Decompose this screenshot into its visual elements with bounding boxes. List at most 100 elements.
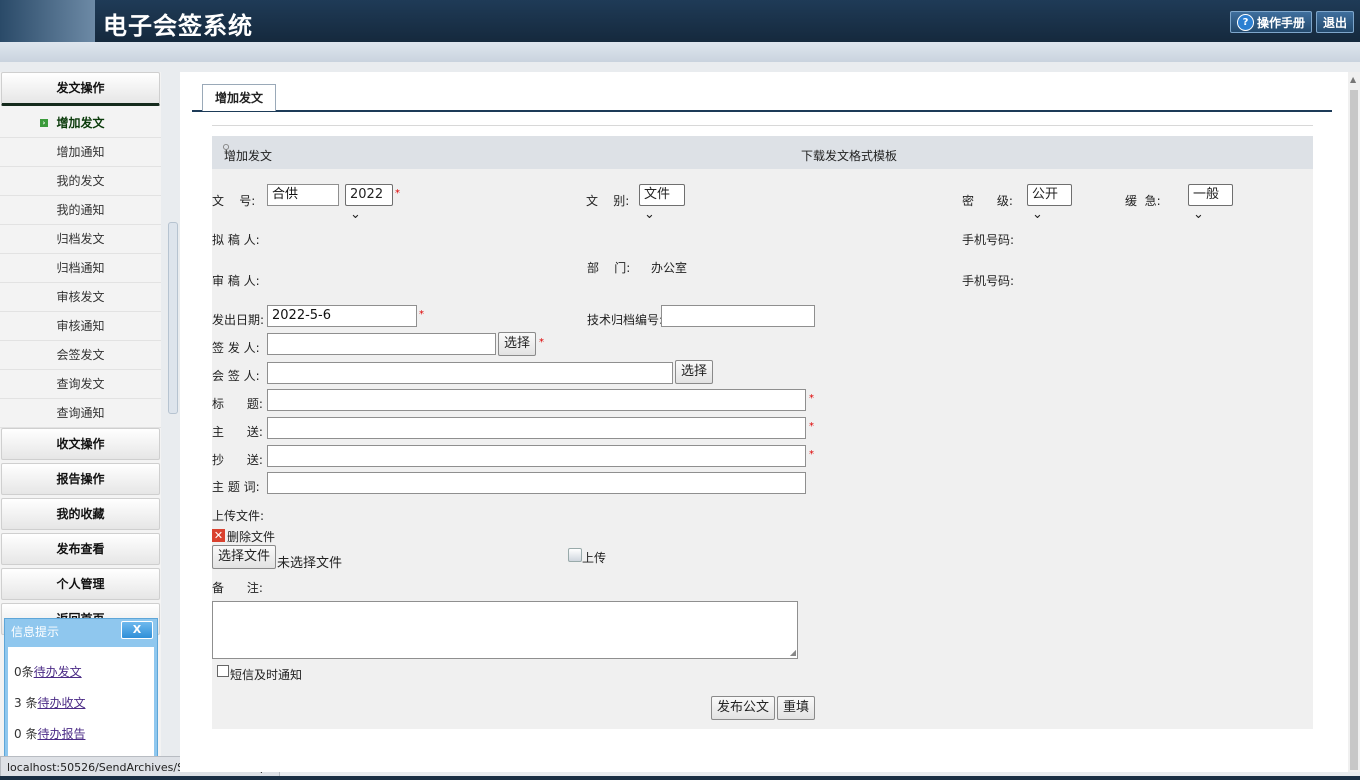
sidebar-item-add-notice[interactable]: 增加通知 bbox=[0, 138, 161, 167]
info-body: 0条待办发文 3 条待办收文 0 条待办报告 bbox=[8, 647, 154, 761]
year-select[interactable]: 2022 ⌄ bbox=[345, 184, 393, 222]
sms-label: 短信及时通知 bbox=[230, 668, 303, 682]
count-text: 0条 bbox=[14, 665, 34, 679]
dept-label: 部 门: bbox=[587, 261, 631, 275]
chevron-down-icon: ⌄ bbox=[350, 207, 361, 222]
sidebar-item-archive-notice[interactable]: 归档通知 bbox=[0, 254, 161, 283]
sidebar-item-archive-send[interactable]: 归档发文 bbox=[0, 225, 161, 254]
sidebar-collapse-handle[interactable] bbox=[168, 222, 178, 414]
archive-no-input[interactable] bbox=[661, 305, 815, 327]
sidebar-group-personal[interactable]: 个人管理 bbox=[1, 568, 160, 600]
manual-label: 操作手册 bbox=[1256, 15, 1305, 30]
sidebar-item-my-notice[interactable]: 我的通知 bbox=[0, 196, 161, 225]
info-close-button[interactable]: X bbox=[121, 621, 153, 639]
sidebar-group-receive[interactable]: 收文操作 bbox=[1, 428, 160, 460]
form-panel: ♀ 增加发文 下载发文格式模板 文 号: 合供 2022 ⌄ * 文 别: 文件… bbox=[212, 125, 1313, 729]
delete-icon: ✕ bbox=[212, 529, 225, 542]
required-mark: * bbox=[395, 188, 400, 199]
sidebar-group-publish[interactable]: 发布查看 bbox=[1, 533, 160, 565]
upload-button[interactable]: 上传 bbox=[582, 549, 606, 566]
upload-icon bbox=[568, 548, 582, 562]
sidebar-item-cosign-send[interactable]: 会签发文 bbox=[0, 341, 161, 370]
doc-type-label: 文 别: bbox=[586, 194, 630, 208]
archive-no-label: 技术归档编号: bbox=[587, 313, 664, 327]
upload-label: 上传文件: bbox=[212, 509, 265, 523]
sidebar-item-review-notice[interactable]: 审核通知 bbox=[0, 312, 161, 341]
required-mark: * bbox=[539, 337, 544, 348]
chevron-down-icon: ⌄ bbox=[644, 207, 655, 222]
signer-input[interactable] bbox=[267, 333, 496, 355]
date-label: 发出日期: bbox=[212, 313, 265, 327]
required-mark: * bbox=[809, 421, 814, 432]
submit-button[interactable]: 发布公文 bbox=[711, 696, 776, 720]
logo bbox=[0, 0, 95, 42]
doc-no-input[interactable]: 合供 bbox=[267, 184, 339, 206]
sidebar-group-send[interactable]: 发文操作 bbox=[1, 72, 160, 106]
keywords-label: 主 题 词: bbox=[212, 480, 260, 494]
download-template-link[interactable]: 下载发文格式模板 bbox=[801, 147, 897, 164]
info-panel: 信息提示 X 0条待办发文 3 条待办收文 0 条待办报告 bbox=[4, 618, 158, 762]
secret-label: 密 级: bbox=[962, 194, 1013, 208]
keywords-input[interactable] bbox=[267, 472, 806, 494]
logout-button[interactable]: 退出 bbox=[1315, 11, 1354, 33]
arrow-right-icon: › bbox=[40, 119, 48, 127]
scroll-up-icon[interactable]: ▲ bbox=[1350, 75, 1356, 84]
count-text: 0 条 bbox=[14, 727, 38, 741]
sms-checkbox[interactable] bbox=[217, 665, 229, 677]
app-header: 电子会签系统 ? 操作手册 退出 bbox=[0, 0, 1360, 42]
required-mark: * bbox=[419, 309, 424, 320]
sidebar-item-review-send[interactable]: 审核发文 bbox=[0, 283, 161, 312]
remark-label: 备 注: bbox=[212, 581, 263, 595]
reset-button[interactable]: 重填 bbox=[777, 696, 816, 720]
cosigner-label: 会 签 人: bbox=[212, 369, 260, 383]
choose-cosigner-button[interactable]: 选择 bbox=[675, 360, 714, 384]
sidebar-item-query-notice[interactable]: 查询通知 bbox=[0, 399, 161, 428]
choose-signer-button[interactable]: 选择 bbox=[498, 332, 537, 356]
sidebar-item-label: 增加发文 bbox=[56, 116, 105, 130]
date-input[interactable]: 2022-5-6 bbox=[267, 305, 417, 327]
tab-add-send[interactable]: 增加发文 bbox=[202, 84, 276, 111]
reviewer-label: 审 稿 人: bbox=[212, 274, 260, 288]
count-text: 3 条 bbox=[14, 696, 38, 710]
remark-textarea[interactable]: ◢ bbox=[212, 601, 798, 659]
todo-receive-link[interactable]: 待办收文 bbox=[37, 696, 85, 710]
sidebar-item-add-send[interactable]: › 增加发文 bbox=[0, 109, 161, 138]
app-title: 电子会签系统 bbox=[103, 12, 253, 40]
secret-select[interactable]: 公开 ⌄ bbox=[1027, 184, 1072, 222]
panel-title: 增加发文 bbox=[224, 149, 273, 163]
main-content: 增加发文 ♀ 增加发文 下载发文格式模板 文 号: 合供 2022 ⌄ * 文 … bbox=[180, 72, 1348, 772]
tab-bar: 增加发文 bbox=[192, 82, 1332, 112]
chevron-down-icon: ⌄ bbox=[1032, 207, 1043, 222]
sidebar-item-my-send[interactable]: 我的发文 bbox=[0, 167, 161, 196]
doc-type-select[interactable]: 文件 ⌄ bbox=[639, 184, 685, 222]
delete-file-button[interactable]: 删除文件 bbox=[227, 528, 275, 545]
title-input[interactable] bbox=[267, 389, 806, 411]
choose-file-button[interactable]: 选择文件 bbox=[212, 545, 277, 569]
sidebar-group-report[interactable]: 报告操作 bbox=[1, 463, 160, 495]
phone2-label: 手机号码: bbox=[962, 274, 1015, 288]
todo-report-link[interactable]: 待办报告 bbox=[37, 727, 85, 741]
urgency-select[interactable]: 一般 ⌄ bbox=[1188, 184, 1233, 222]
cosigner-input[interactable] bbox=[267, 362, 673, 384]
chevron-down-icon: ⌄ bbox=[1193, 207, 1204, 222]
panel-header: ♀ 增加发文 下载发文格式模板 bbox=[212, 136, 1313, 169]
sidebar-group-favorites[interactable]: 我的收藏 bbox=[1, 498, 160, 530]
copy-input[interactable] bbox=[267, 445, 806, 467]
header-actions: ? 操作手册 退出 bbox=[1229, 11, 1354, 33]
todo-send-link[interactable]: 待办发文 bbox=[34, 665, 82, 679]
page-scrollbar[interactable]: ▲ bbox=[1348, 72, 1360, 772]
resize-grip-icon[interactable]: ◢ bbox=[790, 648, 796, 657]
urgency-label: 缓 急: bbox=[1125, 194, 1161, 208]
signer-label: 签 发 人: bbox=[212, 341, 260, 355]
scrollbar-thumb[interactable] bbox=[1350, 90, 1358, 770]
main-send-input[interactable] bbox=[267, 417, 806, 439]
no-file-text: 未选择文件 bbox=[277, 556, 343, 571]
secret-value: 公开 bbox=[1032, 187, 1059, 202]
manual-button[interactable]: ? 操作手册 bbox=[1229, 11, 1312, 33]
year-value: 2022 bbox=[350, 187, 384, 202]
info-line-receive: 3 条待办收文 bbox=[8, 688, 154, 719]
sidebar-item-query-send[interactable]: 查询发文 bbox=[0, 370, 161, 399]
main-send-label: 主 送: bbox=[212, 425, 263, 439]
doc-type-value: 文件 bbox=[644, 187, 671, 202]
title-label: 标 题: bbox=[212, 397, 263, 411]
